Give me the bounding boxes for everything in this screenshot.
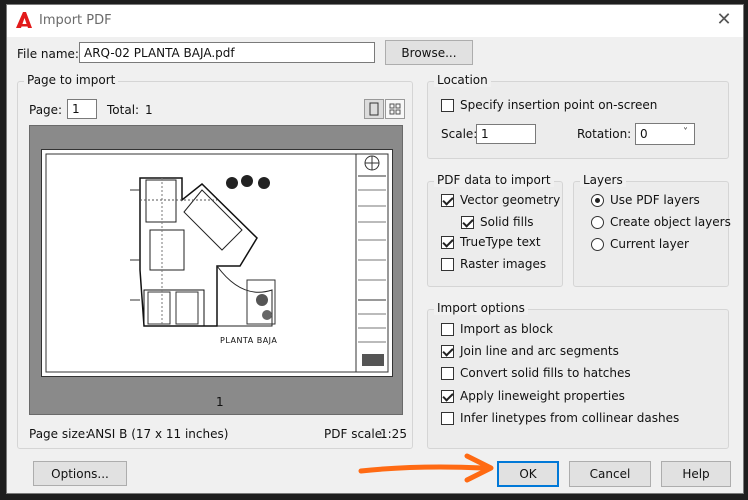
truetype-text-checkbox[interactable] xyxy=(441,236,454,249)
convert-fills-checkbox[interactable] xyxy=(441,367,454,380)
create-object-layers-radio[interactable] xyxy=(591,216,604,229)
vector-geometry-checkbox[interactable] xyxy=(441,194,454,207)
scale-input[interactable]: 1 xyxy=(476,124,536,144)
import-as-block-checkbox[interactable] xyxy=(441,323,454,336)
location-group: Location xyxy=(427,73,729,159)
infer-linetypes-checkbox[interactable] xyxy=(441,412,454,425)
title-bar: Import PDF ✕ xyxy=(7,5,743,37)
solid-fills-label: Solid fills xyxy=(480,215,534,229)
vector-geometry-label: Vector geometry xyxy=(460,193,561,207)
rotation-select[interactable]: 0 ˅ xyxy=(635,123,695,145)
infer-linetypes-label: Infer linetypes from collinear dashes xyxy=(460,411,680,425)
create-object-layers-label: Create object layers xyxy=(610,215,731,229)
floor-plan-drawing xyxy=(45,153,389,373)
total-value: 1 xyxy=(145,103,153,117)
import-pdf-dialog: Import PDF ✕ File name: ARQ-02 PLANTA BA… xyxy=(6,4,744,494)
page-size-label: Page size: xyxy=(29,427,90,441)
autocad-logo-icon xyxy=(16,12,32,28)
browse-button[interactable]: Browse... xyxy=(385,40,473,65)
use-pdf-layers-label: Use PDF layers xyxy=(610,193,700,207)
scale-value: 1 xyxy=(481,127,489,141)
help-button[interactable]: Help xyxy=(661,461,731,487)
raster-images-label: Raster images xyxy=(460,257,547,271)
chevron-down-icon: ˅ xyxy=(683,127,688,138)
close-icon[interactable]: ✕ xyxy=(713,9,735,31)
scale-label: Scale: xyxy=(441,127,478,141)
pdf-scale-label: PDF scale: xyxy=(324,427,387,441)
ok-button[interactable]: OK xyxy=(497,461,559,487)
window-title: Import PDF xyxy=(39,13,112,28)
grid-icon xyxy=(389,103,401,115)
total-label: Total: xyxy=(107,103,140,117)
page-size-value: ANSI B (17 x 11 inches) xyxy=(87,427,229,441)
location-title: Location xyxy=(434,73,491,87)
single-page-view-toggle[interactable] xyxy=(364,99,384,119)
cancel-button[interactable]: Cancel xyxy=(569,461,651,487)
import-as-block-label: Import as block xyxy=(460,322,553,336)
page-label: Page: xyxy=(29,103,63,117)
thumbnail-view-toggle[interactable] xyxy=(385,99,405,119)
truetype-text-label: TrueType text xyxy=(460,235,541,249)
page-input[interactable]: 1 xyxy=(67,99,97,119)
rotation-value: 0 xyxy=(640,127,648,141)
page-to-import-title: Page to import xyxy=(24,73,119,87)
layers-title: Layers xyxy=(580,173,626,187)
pdf-data-title: PDF data to import xyxy=(434,173,554,187)
annotation-arrow xyxy=(358,453,494,483)
rotation-label: Rotation: xyxy=(577,127,632,141)
raster-images-checkbox[interactable] xyxy=(441,258,454,271)
page-value: 1 xyxy=(72,102,80,116)
solid-fills-checkbox[interactable] xyxy=(461,216,474,229)
current-layer-radio[interactable] xyxy=(591,238,604,251)
specify-insertion-checkbox[interactable] xyxy=(441,99,454,112)
specify-insertion-label: Specify insertion point on-screen xyxy=(460,98,658,112)
apply-lineweight-checkbox[interactable] xyxy=(441,390,454,403)
current-layer-label: Current layer xyxy=(610,237,689,251)
page-icon xyxy=(369,102,379,116)
pdf-scale-value: 1:25 xyxy=(380,427,407,441)
file-name-label: File name: xyxy=(17,47,79,61)
apply-lineweight-label: Apply lineweight properties xyxy=(460,389,625,403)
preview-page-number: 1 xyxy=(216,395,224,409)
options-button[interactable]: Options... xyxy=(33,461,127,486)
use-pdf-layers-radio[interactable] xyxy=(591,194,604,207)
convert-fills-label: Convert solid fills to hatches xyxy=(460,366,631,380)
join-segments-checkbox[interactable] xyxy=(441,345,454,358)
page-preview[interactable]: PLANTA BAJA 1 xyxy=(29,125,403,415)
import-options-title: Import options xyxy=(434,301,528,315)
pdf-page-thumbnail: PLANTA BAJA xyxy=(41,149,393,377)
drawing-caption: PLANTA BAJA xyxy=(220,336,278,345)
file-name-value: ARQ-02 PLANTA BAJA.pdf xyxy=(84,45,235,60)
join-segments-label: Join line and arc segments xyxy=(460,344,619,358)
file-name-field[interactable]: ARQ-02 PLANTA BAJA.pdf xyxy=(79,42,375,63)
